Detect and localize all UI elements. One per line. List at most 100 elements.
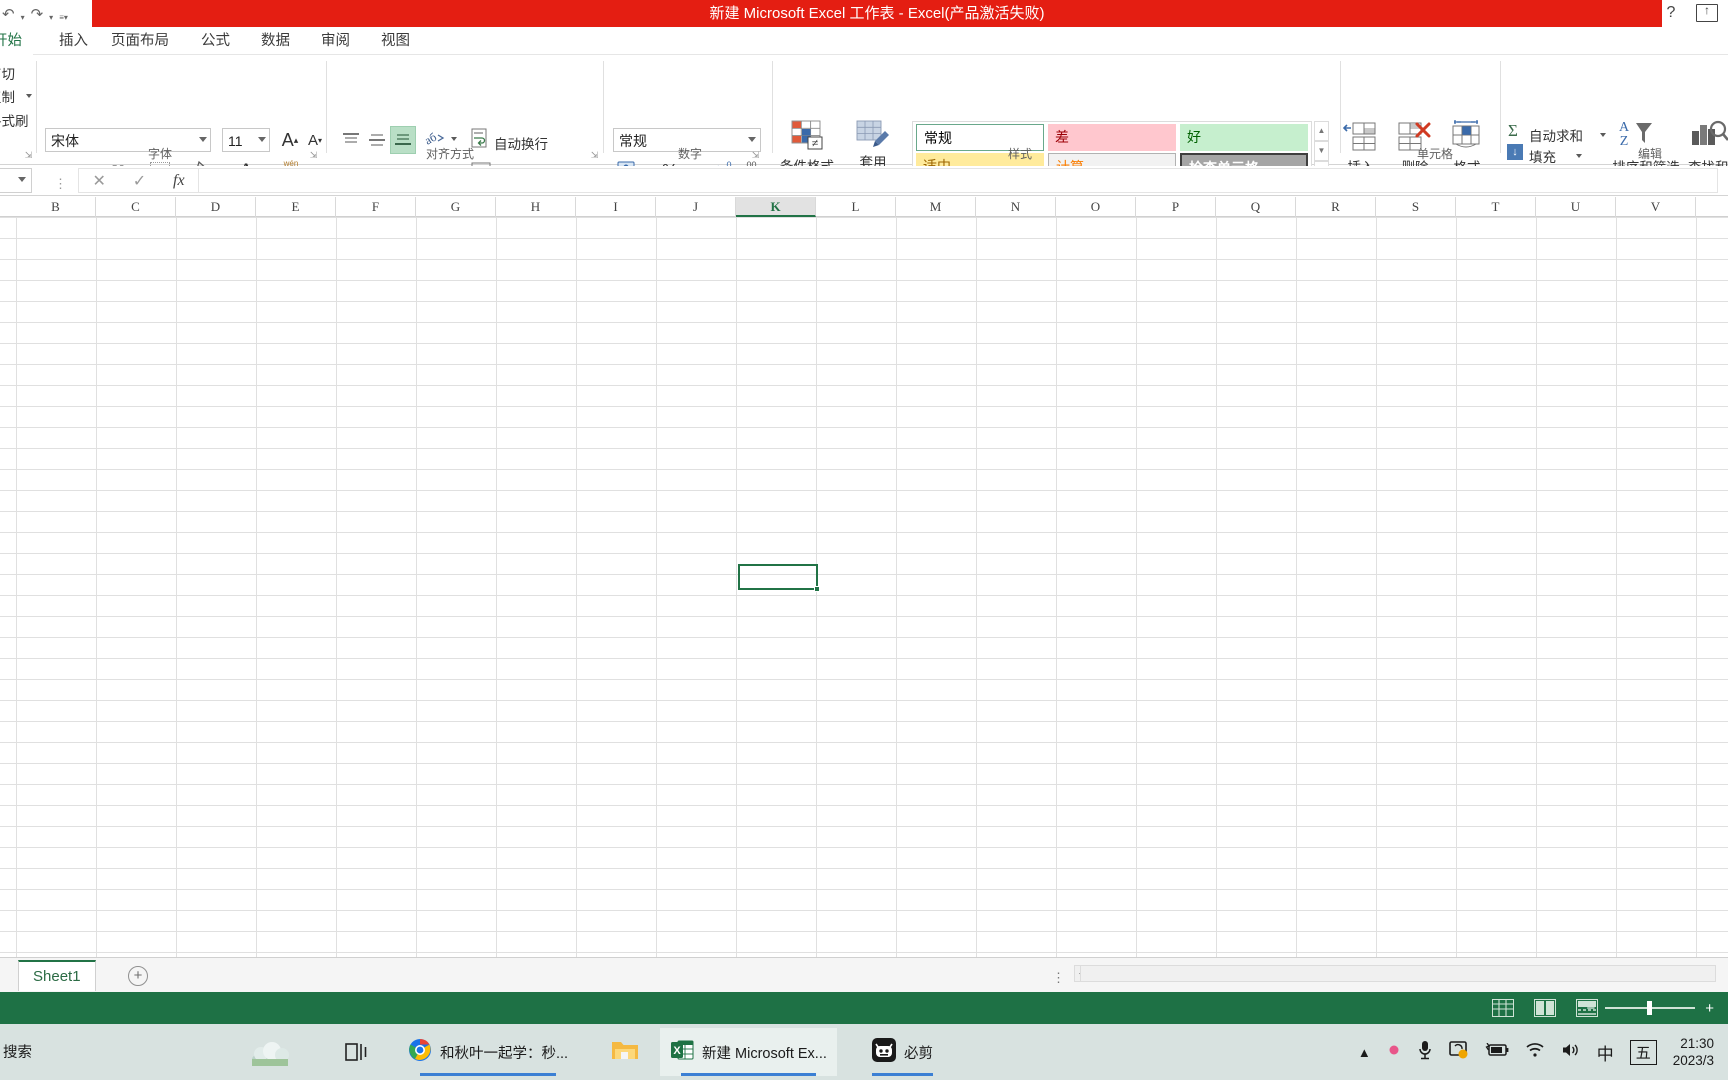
zoom-slider-thumb[interactable] xyxy=(1647,1001,1653,1015)
sheet-splitter[interactable]: ⋮ xyxy=(1052,970,1065,986)
tab-data[interactable]: 数据 xyxy=(250,27,301,55)
copy-button[interactable]: 复制 xyxy=(0,86,15,106)
weather-widget[interactable] xyxy=(248,1040,304,1068)
fill-handle[interactable] xyxy=(814,586,820,592)
alignment-dialog-launcher[interactable]: ⇲ xyxy=(589,150,600,161)
font-dialog-launcher[interactable]: ⇲ xyxy=(308,150,319,161)
tab-review[interactable]: 审阅 xyxy=(310,27,361,55)
clipboard-dialog-launcher[interactable]: ⇲ xyxy=(23,150,34,161)
customize-qat-icon[interactable]: ≡▾ xyxy=(57,13,70,22)
autosum-dropdown-icon[interactable] xyxy=(1600,133,1606,137)
column-header-G[interactable]: G xyxy=(416,197,496,217)
volume-icon[interactable] xyxy=(1561,1042,1581,1062)
copy-dropdown-icon[interactable] xyxy=(26,94,32,98)
column-header-C[interactable]: C xyxy=(96,197,176,217)
zoom-slider[interactable] xyxy=(1605,1001,1696,1015)
ime-mode-indicator[interactable]: 中 xyxy=(1597,1040,1614,1065)
column-header-T[interactable]: T xyxy=(1456,197,1536,217)
font-size-dropdown-icon[interactable] xyxy=(258,137,266,142)
name-box-dropdown-icon[interactable] xyxy=(18,177,26,182)
page-layout-view-icon[interactable] xyxy=(1534,999,1556,1017)
column-header-J[interactable]: J xyxy=(656,197,736,217)
ribbon-display-options-icon[interactable] xyxy=(1696,3,1718,22)
enter-icon[interactable]: ✓ xyxy=(133,171,146,191)
conditional-formatting-icon[interactable]: ≠ xyxy=(790,119,824,151)
cancel-icon[interactable]: ✕ xyxy=(92,171,105,191)
font-name-dropdown-icon[interactable] xyxy=(199,137,207,142)
column-header-S[interactable]: S xyxy=(1376,197,1456,217)
number-dialog-launcher[interactable]: ⇲ xyxy=(750,150,761,161)
undo-dropdown-icon[interactable]: ▾ xyxy=(19,13,27,22)
tab-home[interactable]: 开始 xyxy=(0,27,33,55)
recording-dot-icon[interactable] xyxy=(1387,1043,1401,1061)
normal-view-icon[interactable] xyxy=(1492,999,1514,1017)
tab-formulas[interactable]: 公式 xyxy=(190,27,241,55)
tray-chevron-icon[interactable]: ▲ xyxy=(1358,1045,1371,1060)
column-header-D[interactable]: D xyxy=(176,197,256,217)
sheet-tab-sheet1[interactable]: Sheet1 xyxy=(18,960,96,991)
column-header-U[interactable]: U xyxy=(1536,197,1616,217)
undo-icon[interactable]: ↶ xyxy=(0,5,17,23)
column-header-K[interactable]: K xyxy=(736,197,816,217)
column-header-B[interactable]: B xyxy=(16,197,96,217)
fill-dropdown-icon[interactable] xyxy=(1576,154,1582,158)
column-header-N[interactable]: N xyxy=(976,197,1056,217)
autosum-icon[interactable]: Σ xyxy=(1508,121,1518,141)
column-header-O[interactable]: O xyxy=(1056,197,1136,217)
gallery-scroll-up[interactable]: ▲ xyxy=(1314,121,1329,141)
taskbar-item-browser[interactable]: 和秋叶一起学：秒... xyxy=(398,1028,578,1076)
add-sheet-button[interactable]: + xyxy=(128,966,148,986)
grid-canvas[interactable] xyxy=(0,217,1728,957)
redo-icon[interactable]: ↷ xyxy=(29,5,46,23)
microphone-icon[interactable] xyxy=(1417,1040,1433,1064)
column-header-P[interactable]: P xyxy=(1136,197,1216,217)
column-header-V[interactable]: V xyxy=(1616,197,1696,217)
tab-insert[interactable]: 插入 xyxy=(48,27,99,55)
column-header-F[interactable]: F xyxy=(336,197,416,217)
gallery-scroll-down[interactable]: ▼ xyxy=(1314,141,1329,161)
autosum-label[interactable]: 自动求和 xyxy=(1529,125,1583,145)
number-format-dropdown-icon[interactable] xyxy=(748,137,756,142)
taskbar-item-bijian[interactable]: 必剪 xyxy=(862,1028,943,1076)
task-view-icon[interactable] xyxy=(344,1040,370,1064)
tab-view[interactable]: 视图 xyxy=(370,27,421,55)
wifi-icon[interactable] xyxy=(1525,1042,1545,1062)
ime-layout-indicator[interactable]: 五 xyxy=(1629,1039,1657,1065)
grow-font-button[interactable]: A ▴ xyxy=(278,127,302,153)
fill-label[interactable]: 填充 xyxy=(1529,146,1556,166)
worksheet-grid[interactable]: BCDEFGHIJKLMNOPQRSTUV xyxy=(0,197,1728,957)
taskbar-item-excel[interactable]: X 新建 Microsoft Ex... xyxy=(660,1028,837,1076)
taskbar-search-label[interactable]: 搜索 xyxy=(3,1041,32,1062)
screen-cast-icon[interactable] xyxy=(1448,1041,1469,1063)
help-icon[interactable]: ? xyxy=(1659,2,1683,24)
insert-function-icon[interactable]: fx xyxy=(173,172,185,190)
formula-input[interactable] xyxy=(199,168,1718,193)
middle-align-icon[interactable] xyxy=(364,127,390,153)
zoom-in-button[interactable]: + xyxy=(1705,1000,1714,1017)
format-painter-button[interactable]: 格式刷 xyxy=(0,110,29,130)
top-align-icon[interactable] xyxy=(338,127,364,153)
fill-icon[interactable]: ↓ xyxy=(1507,144,1523,160)
orientation-dropdown-icon[interactable] xyxy=(451,137,457,141)
column-header-Q[interactable]: Q xyxy=(1216,197,1296,217)
column-header-R[interactable]: R xyxy=(1296,197,1376,217)
zoom-out-button[interactable]: − xyxy=(1586,1000,1595,1017)
column-header-M[interactable]: M xyxy=(896,197,976,217)
taskbar-item-explorer[interactable] xyxy=(600,1028,650,1076)
column-header-I[interactable]: I xyxy=(576,197,656,217)
column-header-E[interactable]: E xyxy=(256,197,336,217)
column-header-L[interactable]: L xyxy=(816,197,896,217)
redo-dropdown-icon[interactable]: ▾ xyxy=(47,13,55,22)
taskbar-search[interactable]: 搜索 xyxy=(0,1032,98,1070)
cut-button[interactable]: 剪切 xyxy=(0,63,15,83)
cell-style-good[interactable]: 好 xyxy=(1180,124,1308,151)
formula-bar-grip[interactable]: ⋮ xyxy=(54,176,68,192)
horizontal-scrollbar[interactable] xyxy=(1080,965,1716,982)
insert-cells-icon[interactable] xyxy=(1342,121,1377,153)
battery-icon[interactable] xyxy=(1485,1042,1509,1061)
column-header-H[interactable]: H xyxy=(496,197,576,217)
selected-cell[interactable] xyxy=(738,564,818,590)
taskbar-clock[interactable]: 21:30 2023/3 xyxy=(1673,1035,1714,1069)
name-box[interactable] xyxy=(0,168,32,193)
tab-page-layout[interactable]: 页面布局 xyxy=(100,27,180,55)
